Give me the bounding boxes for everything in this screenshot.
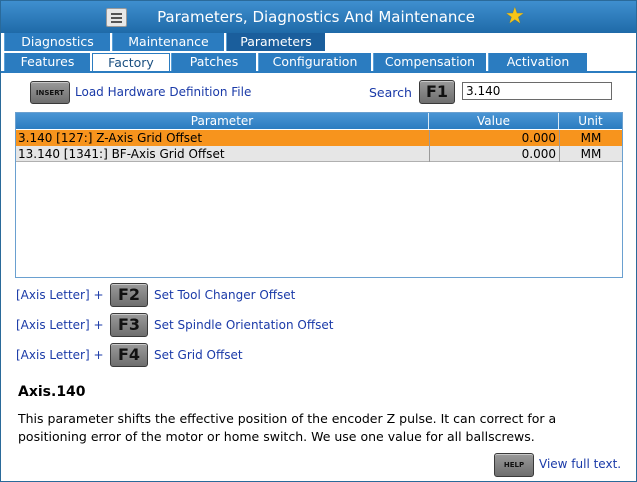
set-grid-offset-link[interactable]: Set Grid Offset <box>154 348 243 362</box>
row-parameter: 3.140 [127:] Z-Axis Grid Offset <box>18 131 203 145</box>
tab-factory[interactable]: Factory <box>92 53 170 71</box>
view-full-text-link[interactable]: View full text. <box>539 457 621 471</box>
tab-configuration[interactable]: Configuration <box>258 53 372 71</box>
set-tool-changer-offset-link[interactable]: Set Tool Changer Offset <box>154 288 295 302</box>
search-input[interactable] <box>462 82 612 100</box>
tab-diagnostics[interactable]: Diagnostics <box>4 33 111 51</box>
set-spindle-orientation-offset-link[interactable]: Set Spindle Orientation Offset <box>154 318 333 332</box>
tab-activation[interactable]: Activation <box>488 53 588 71</box>
row-unit: MM <box>580 147 602 161</box>
tab-patches[interactable]: Patches <box>171 53 257 71</box>
table-header: Parameter Value Unit <box>16 113 622 129</box>
f2-key-button[interactable]: F2 <box>110 283 148 307</box>
table-row[interactable]: 3.140 [127:] Z-Axis Grid Offset 0.000 MM <box>16 130 622 146</box>
help-key-button[interactable]: HELP <box>494 453 534 477</box>
tab-compensation[interactable]: Compensation <box>373 53 487 71</box>
row-value: 0.000 <box>521 131 556 145</box>
insert-key-button[interactable]: INSERT <box>30 81 70 104</box>
f1-key-button[interactable]: F1 <box>419 80 455 104</box>
column-header-parameter: Parameter <box>16 113 429 129</box>
tab-features[interactable]: Features <box>4 53 91 71</box>
row-value: 0.000 <box>521 147 556 161</box>
table-row[interactable]: 13.140 [1341:] BF-Axis Grid Offset 0.000… <box>16 146 622 162</box>
search-label: Search <box>369 85 412 100</box>
title-bar: Parameters, Diagnostics And Maintenance … <box>1 1 636 33</box>
f3-key-button[interactable]: F3 <box>110 313 148 337</box>
help-title: Axis.140 <box>18 384 86 400</box>
tab-parameters[interactable]: Parameters <box>226 33 326 51</box>
shortcut-prefix: [Axis Letter] + <box>16 318 104 332</box>
row-parameter: 13.140 [1341:] BF-Axis Grid Offset <box>18 147 225 161</box>
tab-divider <box>1 71 636 73</box>
f4-key-button[interactable]: F4 <box>110 343 148 367</box>
tab-maintenance[interactable]: Maintenance <box>112 33 225 51</box>
column-header-unit: Unit <box>578 114 603 128</box>
column-header-value: Value <box>429 113 559 129</box>
shortcut-prefix: [Axis Letter] + <box>16 288 104 302</box>
parameter-table: Parameter Value Unit 3.140 [127:] Z-Axis… <box>15 112 623 278</box>
help-description: This parameter shifts the effective posi… <box>18 411 557 444</box>
window-title: Parameters, Diagnostics And Maintenance <box>157 8 475 26</box>
main-window: Parameters, Diagnostics And Maintenance … <box>0 0 637 482</box>
load-hardware-definition-link[interactable]: Load Hardware Definition File <box>75 85 251 99</box>
star-icon[interactable]: ★ <box>505 4 525 29</box>
shortcut-prefix: [Axis Letter] + <box>16 348 104 362</box>
row-unit: MM <box>580 131 602 145</box>
hamburger-icon[interactable] <box>106 8 127 27</box>
